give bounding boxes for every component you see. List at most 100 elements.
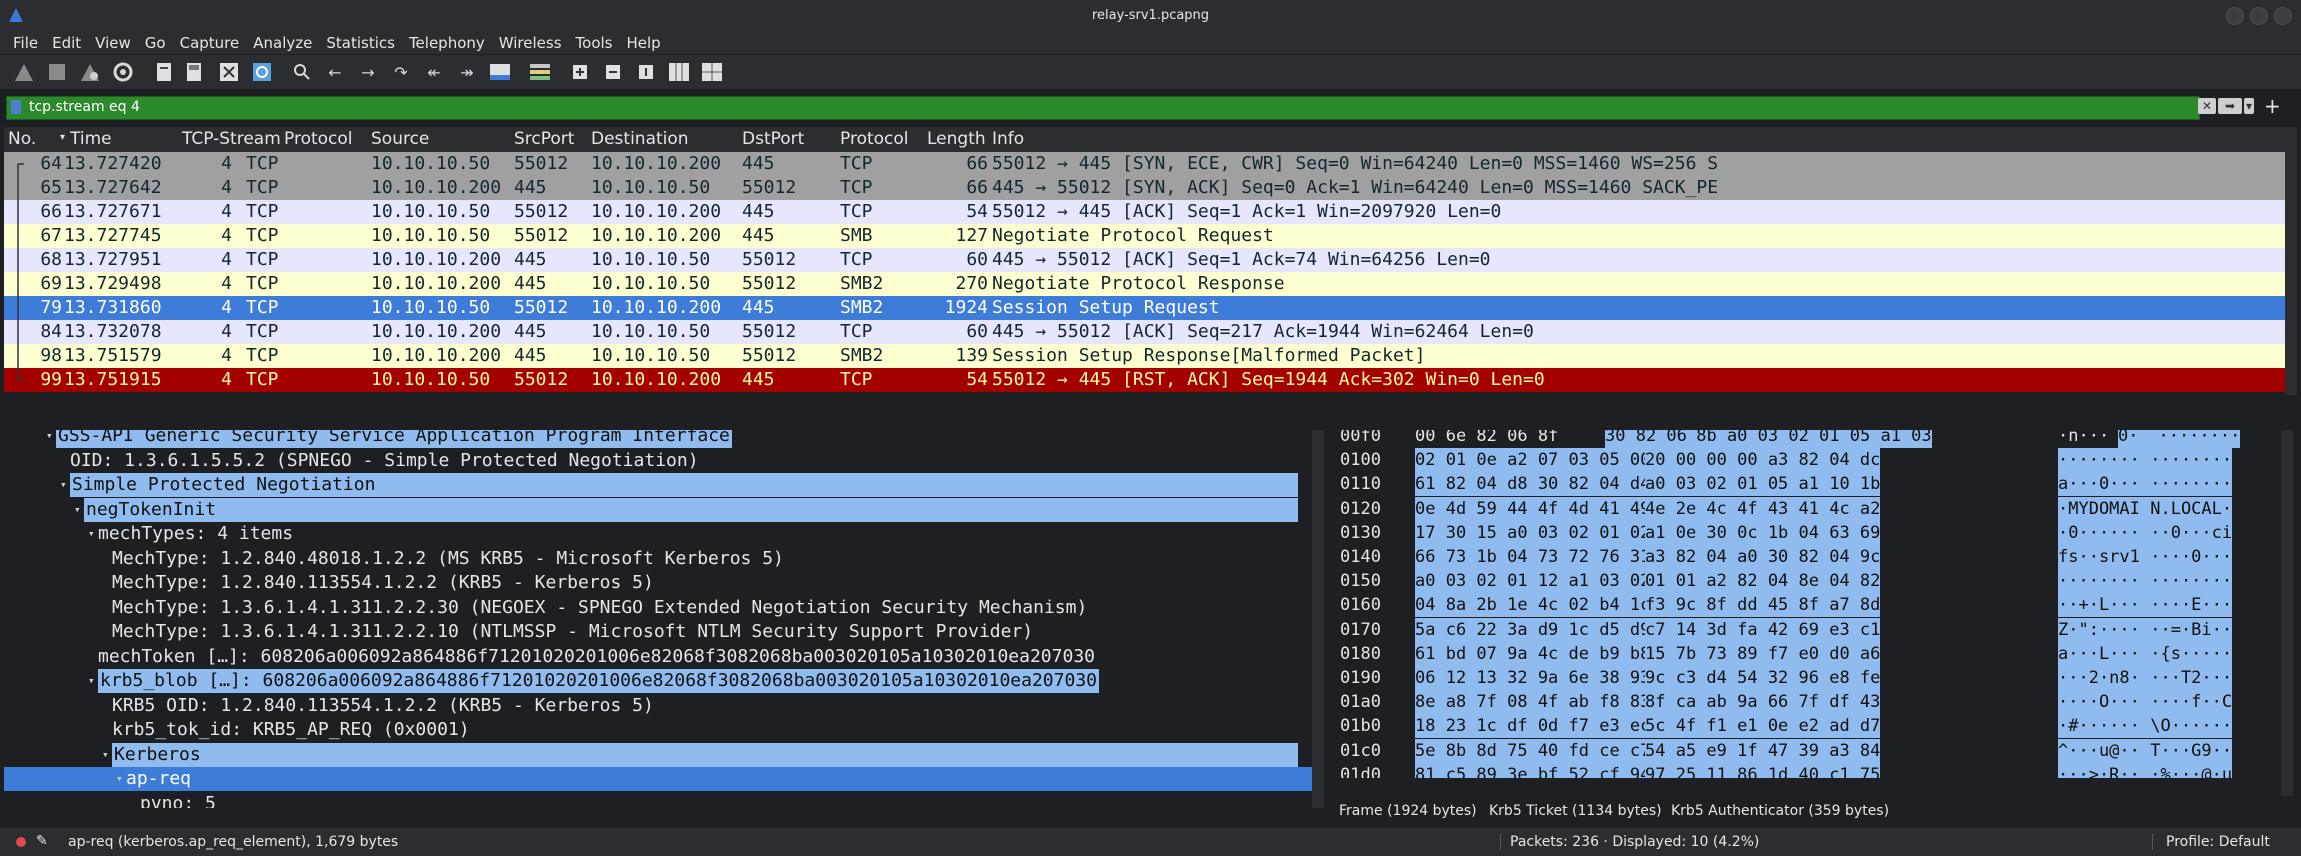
packet-cell-dport: 55012 (742, 249, 797, 270)
hex-dump-asc1s: ·MYDOMAI (2058, 496, 2140, 521)
col-protocol-2[interactable]: Protocol (840, 129, 909, 149)
save-file-icon[interactable] (182, 60, 206, 84)
expand-arrow-icon[interactable]: ▾ (60, 473, 67, 497)
packet-list-scrollbar[interactable] (2285, 152, 2297, 395)
last-packet-icon[interactable]: ↠ (455, 60, 479, 84)
packet-cell-src: 10.10.10.50 (371, 201, 491, 222)
apply-filter-icon[interactable]: ➡ (2218, 98, 2242, 114)
col-time[interactable]: Time (70, 129, 112, 149)
find-packet-icon[interactable] (290, 60, 314, 84)
resize-columns-icon[interactable] (667, 60, 691, 84)
hex-dump-hex2: a0 03 02 01 05 a1 10 1b (1645, 472, 1881, 497)
go-forward-icon[interactable]: → (356, 60, 380, 84)
expand-arrow-icon[interactable]: ▾ (116, 767, 123, 791)
hex-dump-asc1s: ····O··· (2058, 690, 2140, 715)
colorize-icon[interactable] (528, 60, 552, 84)
details-scrollbar[interactable] (1312, 430, 1324, 808)
start-capture-icon[interactable] (12, 60, 36, 84)
menu-tools[interactable]: Tools (569, 32, 620, 54)
menu-capture[interactable]: Capture (173, 32, 247, 54)
tab-krb5-ticket[interactable]: Krb5 Ticket (1134 bytes) (1489, 803, 1662, 819)
packet-cell-sport: 445 (514, 177, 547, 198)
hex-dump-hex1s: 5a c6 22 3a d9 1c d5 d9 (1415, 617, 1651, 642)
bookmark-icon[interactable] (11, 100, 21, 114)
detail-tree-label: krb5_blob […]: 608206a006092a864886f7120… (98, 669, 1099, 693)
col-protocol[interactable]: Protocol (284, 129, 353, 149)
packet-row[interactable]: 67 13.727745 4 TCP 10.10.10.50 55012 10.10.10.… (4, 224, 2297, 248)
packet-cell-sport: 445 (514, 321, 547, 342)
col-length[interactable]: Length (927, 129, 986, 149)
capture-options-icon[interactable] (111, 60, 135, 84)
autoscroll-icon[interactable] (488, 60, 512, 84)
layout-icon[interactable] (700, 60, 724, 84)
zoom-out-icon[interactable] (601, 60, 625, 84)
expert-info-icon[interactable] (16, 837, 26, 847)
packet-cell-info: 445 → 55012 [ACK] Seq=217 Ack=1944 Win=6… (992, 321, 1534, 342)
menu-statistics[interactable]: Statistics (319, 32, 402, 54)
selected-field-info: ap-req (kerberos.ap_req_element), 1,679 … (68, 834, 399, 850)
go-back-icon[interactable]: ← (323, 60, 347, 84)
tab-frame-bytes[interactable]: Frame (1924 bytes) (1339, 803, 1477, 819)
packet-row[interactable]: 99 13.751915 4 TCP 10.10.10.50 55012 10.10.10.… (4, 368, 2297, 392)
col-tcp-stream[interactable]: TCP-Stream (182, 129, 281, 149)
packet-cell-stream: 4 (221, 321, 232, 342)
stop-capture-icon[interactable] (45, 60, 69, 84)
packet-row[interactable]: 68 13.727951 4 TCP 10.10.10.200 445 10.10.10.5… (4, 248, 2297, 272)
menu-view[interactable]: View (88, 32, 138, 54)
hex-dump-off: 0180 (1340, 643, 1381, 664)
packet-cell-len: 60 (966, 321, 988, 342)
packet-row[interactable]: 64 13.727420 4 TCP 10.10.10.50 55012 10.10.10.… (4, 152, 2297, 176)
zoom-in-icon[interactable] (568, 60, 592, 84)
expand-arrow-icon[interactable]: ▾ (88, 522, 95, 546)
col-srcport[interactable]: SrcPort (514, 129, 574, 149)
menu-edit[interactable]: Edit (45, 32, 88, 54)
col-dstport[interactable]: DstPort (742, 129, 804, 149)
packet-row[interactable]: 65 13.727642 4 TCP 10.10.10.200 445 10.10.10.5… (4, 176, 2297, 200)
first-packet-icon[interactable]: ↞ (422, 60, 446, 84)
menu-help[interactable]: Help (619, 32, 667, 54)
open-file-icon[interactable] (152, 60, 176, 84)
menu-file[interactable]: File (6, 32, 45, 54)
menu-analyze[interactable]: Analyze (246, 32, 319, 54)
recent-filters-icon[interactable]: ▾ (2244, 98, 2254, 114)
expand-arrow-icon[interactable]: ▾ (102, 743, 109, 767)
packet-row[interactable]: 66 13.727671 4 TCP 10.10.10.50 55012 10.10.10.… (4, 200, 2297, 224)
add-filter-button-icon[interactable]: + (2264, 94, 2281, 118)
packet-cell-sport: 55012 (514, 153, 569, 174)
col-destination[interactable]: Destination (591, 129, 689, 149)
maximize-button[interactable] (2250, 7, 2268, 25)
go-to-packet-icon[interactable]: ↷ (389, 60, 413, 84)
capture-comment-icon[interactable]: ✎ (36, 833, 48, 849)
packet-cell-stream: 4 (221, 201, 232, 222)
packet-row[interactable]: 98 13.751579 4 TCP 10.10.10.200 445 10.10.10.5… (4, 344, 2297, 368)
detail-tree-item[interactable]: ▾ ap-req (4, 767, 1312, 791)
menu-wireless[interactable]: Wireless (492, 32, 569, 54)
menu-telephony[interactable]: Telephony (402, 32, 492, 54)
expand-arrow-icon[interactable]: ▾ (88, 669, 95, 693)
display-filter-input[interactable] (29, 98, 2179, 116)
bytes-scrollbar[interactable] (2281, 430, 2293, 796)
packet-cell-proto2: TCP (840, 177, 873, 198)
menu-go[interactable]: Go (138, 32, 173, 54)
profile-label[interactable]: Profile: Default (2166, 834, 2270, 850)
expand-arrow-icon[interactable]: ▾ (46, 430, 53, 448)
close-file-icon[interactable] (217, 60, 241, 84)
packet-row[interactable]: 84 13.732078 4 TCP 10.10.10.200 445 10.10.10.5… (4, 320, 2297, 344)
hex-dump-asc1s: ········ (2058, 448, 2140, 473)
col-info[interactable]: Info (992, 129, 1024, 149)
tab-krb5-authenticator[interactable]: Krb5 Authenticator (359 bytes) (1671, 803, 1889, 819)
close-button[interactable] (2274, 7, 2292, 25)
hex-dump-asc2: ··=·Bi·· (2140, 617, 2233, 642)
restart-capture-icon[interactable] (78, 60, 102, 84)
packet-row[interactable]: 69 13.729498 4 TCP 10.10.10.200 445 10.10.10.5… (4, 272, 2297, 296)
col-source[interactable]: Source (371, 129, 429, 149)
expand-arrow-icon[interactable]: ▾ (74, 498, 81, 522)
minimize-button[interactable] (2226, 7, 2244, 25)
col-no[interactable]: No. (8, 129, 36, 149)
packet-row[interactable]: 79 13.731860 4 TCP 10.10.10.50 55012 10.10.10.… (4, 296, 2297, 320)
packet-cell-proto2: TCP (840, 201, 873, 222)
reload-file-icon[interactable] (250, 60, 274, 84)
clear-filter-icon[interactable]: ✕ (2198, 98, 2216, 114)
zoom-normal-icon[interactable] (634, 60, 658, 84)
detail-tree-label: Kerberos (112, 742, 1298, 767)
